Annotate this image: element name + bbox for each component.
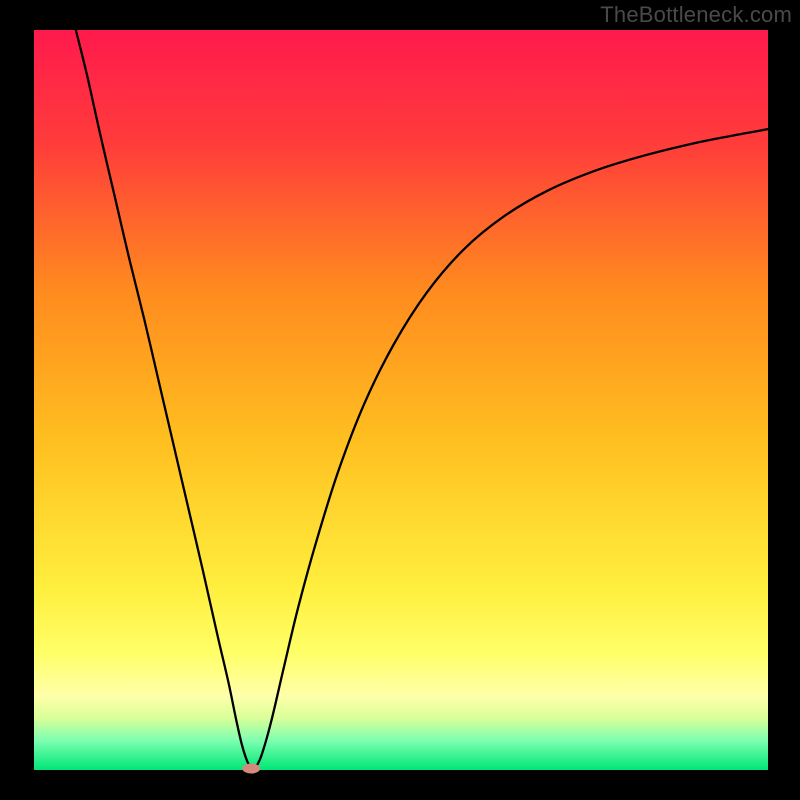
minimum-marker (242, 764, 260, 774)
plot-background (34, 30, 768, 770)
bottleneck-chart (0, 0, 800, 800)
chart-frame: TheBottleneck.com (0, 0, 800, 800)
